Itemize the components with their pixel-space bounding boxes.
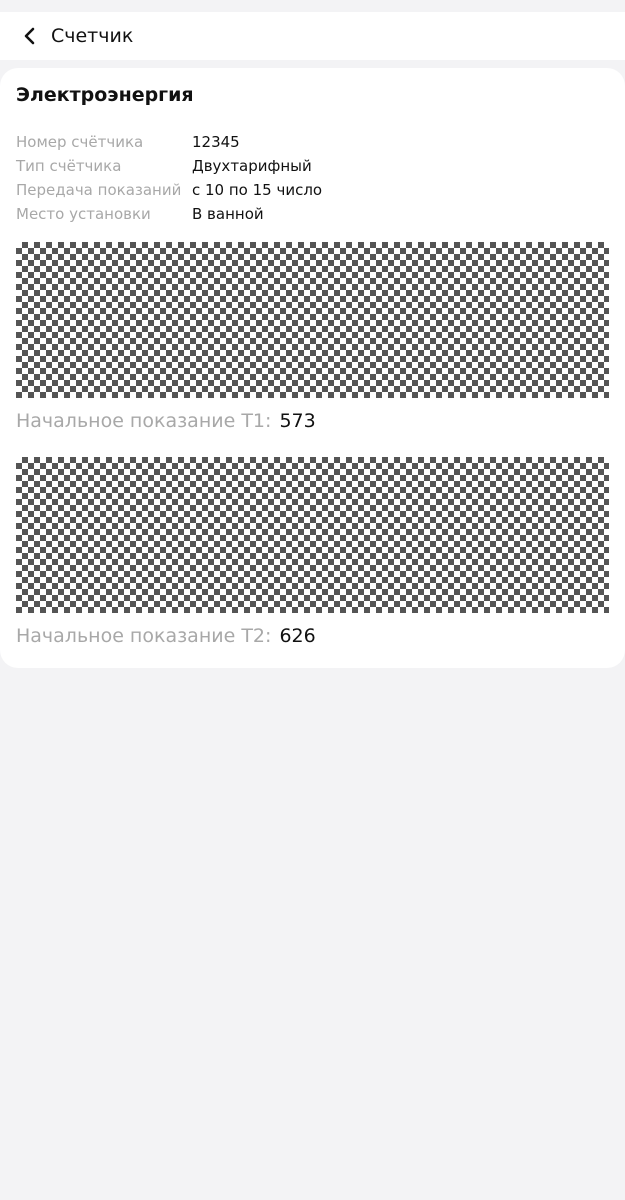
reading-t2: Начальное показание Т2: 626 bbox=[16, 625, 316, 647]
reading-label: Начальное показание Т2: bbox=[16, 625, 272, 647]
reading-label: Начальное показание Т1: bbox=[16, 410, 272, 432]
detail-row-type: Тип счётчика Двухтарифный bbox=[16, 154, 322, 178]
detail-label: Место установки bbox=[16, 205, 151, 223]
chevron-left-icon bbox=[24, 27, 35, 45]
detail-row-submission: Передача показаний с 10 по 15 число bbox=[16, 178, 322, 202]
detail-label: Номер счётчика bbox=[16, 133, 144, 151]
detail-row-location: Место установки В ванной bbox=[16, 202, 322, 226]
detail-value: 12345 bbox=[192, 133, 240, 151]
detail-row-number: Номер счётчика 12345 bbox=[16, 130, 322, 154]
meter-card: Электроэнергия Номер счётчика 12345 Тип … bbox=[0, 68, 625, 668]
meter-details: Номер счётчика 12345 Тип счётчика Двухта… bbox=[16, 130, 322, 226]
detail-label: Передача показаний bbox=[16, 181, 182, 199]
reading-t1: Начальное показание Т1: 573 bbox=[16, 410, 316, 432]
page-title: Счетчик bbox=[51, 25, 134, 47]
back-button[interactable] bbox=[15, 21, 45, 51]
detail-value: с 10 по 15 число bbox=[192, 181, 323, 199]
meter-photo-t2[interactable] bbox=[16, 457, 609, 613]
reading-value: 626 bbox=[279, 625, 316, 647]
reading-value: 573 bbox=[279, 410, 316, 432]
meter-photo-t1[interactable] bbox=[16, 242, 609, 398]
meter-title: Электроэнергия bbox=[16, 84, 194, 106]
detail-value: В ванной bbox=[192, 205, 264, 223]
detail-value: Двухтарифный bbox=[192, 157, 312, 175]
detail-label: Тип счётчика bbox=[16, 157, 122, 175]
header-bar: Счетчик bbox=[0, 12, 625, 60]
